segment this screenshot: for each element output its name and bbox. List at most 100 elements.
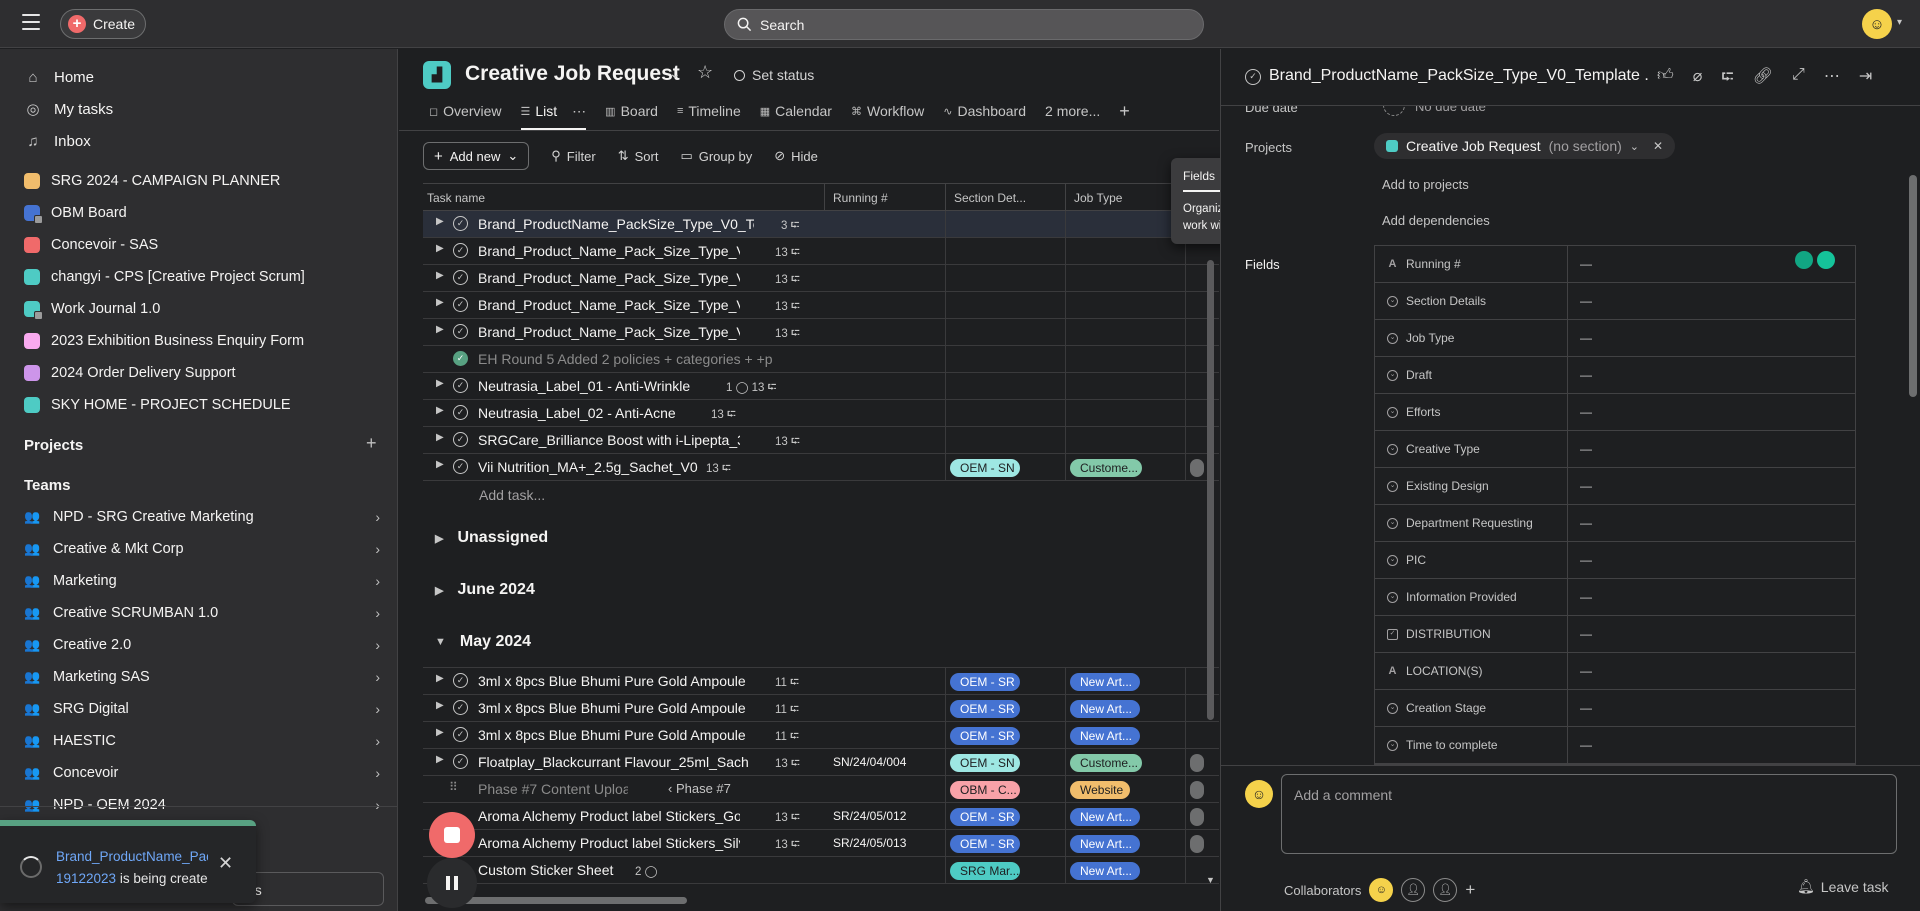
section-cell[interactable] bbox=[946, 238, 1066, 264]
group-by-button[interactable]: ▭ Group by bbox=[680, 148, 752, 164]
checkmark-icon[interactable]: ✓ bbox=[1245, 69, 1261, 85]
hide-button[interactable]: ⊘ Hide bbox=[774, 148, 818, 164]
sidebar-team-item[interactable]: 👥 Concevoir › bbox=[24, 761, 380, 785]
expand-icon[interactable]: ▶ bbox=[436, 243, 444, 254]
expand-icon[interactable]: ▶ bbox=[436, 754, 444, 765]
create-button[interactable]: + Create bbox=[60, 9, 146, 39]
job-type-cell[interactable] bbox=[1066, 427, 1186, 453]
parent-task-link[interactable]: ‹ Phase #7 bbox=[668, 781, 731, 796]
table-row[interactable]: ▶ ✓ Neutrasia_Label_02 - Anti-Acne 13 ⮓ bbox=[423, 400, 1219, 427]
projects-section-title[interactable]: Projects bbox=[24, 437, 83, 454]
add-tab-icon[interactable]: + bbox=[1119, 100, 1130, 122]
sort-button[interactable]: ⇅ Sort bbox=[618, 148, 659, 164]
field-row[interactable]: A LOCATION(S) — bbox=[1375, 653, 1855, 690]
section-cell[interactable]: SRG Mar... bbox=[946, 857, 1066, 883]
add-task-button[interactable]: Add task... bbox=[479, 487, 545, 503]
section-cell[interactable]: OEM - SR bbox=[946, 830, 1066, 856]
leave-task-button[interactable]: 🔔︎ Leave task bbox=[1797, 878, 1889, 895]
table-row[interactable]: ▶ ✓ Neutrasia_Label_01 - Anti-Wrinkle 1 ◯… bbox=[423, 373, 1219, 400]
search-input[interactable]: Search bbox=[724, 9, 1204, 40]
star-icon[interactable]: ☆ bbox=[697, 62, 713, 83]
add-project-icon[interactable]: + bbox=[366, 433, 377, 454]
expand-icon[interactable]: ▶ bbox=[436, 216, 444, 227]
running-cell[interactable] bbox=[825, 373, 946, 399]
toast-task-link[interactable]: Brand_ProductName_Pac bbox=[56, 849, 208, 864]
sidebar-item-my-tasks[interactable]: ◎ My tasks bbox=[24, 97, 113, 121]
section-cell[interactable] bbox=[946, 211, 1066, 237]
column-header-running[interactable]: Running # bbox=[825, 184, 946, 211]
field-row[interactable]: ✓ DISTRIBUTION — bbox=[1375, 616, 1855, 653]
group-header-may-2024[interactable]: ▼ May 2024 bbox=[435, 633, 531, 651]
section-cell[interactable] bbox=[946, 400, 1066, 426]
job-type-cell[interactable]: Website bbox=[1066, 776, 1186, 802]
job-type-cell[interactable]: Custome... bbox=[1066, 749, 1186, 775]
set-status-button[interactable]: Set status bbox=[734, 67, 814, 83]
task-name[interactable]: Brand_Product_Name_Pack_Size_Type_V0_ bbox=[478, 243, 740, 259]
checkmark-icon[interactable]: ✓ bbox=[453, 459, 468, 474]
extra-cell[interactable] bbox=[1186, 776, 1219, 802]
expand-icon[interactable]: ▶ bbox=[436, 727, 444, 738]
expand-icon[interactable]: ▶ bbox=[436, 459, 444, 470]
table-row[interactable]: ▶ ✓ Floatplay_Blackcurrant Flavour_25ml_S… bbox=[423, 749, 1219, 776]
table-row[interactable]: ⠿ Phase #7 Content Upload ‹ Phase #7 OBM… bbox=[423, 776, 1219, 803]
tab-workflow[interactable]: ⌘ Workflow bbox=[851, 100, 924, 122]
job-type-cell[interactable]: Custome... bbox=[1066, 454, 1186, 480]
user-avatar[interactable]: ☺ bbox=[1862, 9, 1892, 39]
job-type-cell[interactable] bbox=[1066, 373, 1186, 399]
expand-icon[interactable]: ▶ bbox=[435, 584, 443, 597]
running-cell[interactable] bbox=[825, 238, 946, 264]
field-value[interactable]: — bbox=[1568, 283, 1592, 319]
project-title[interactable]: Creative Job Request bbox=[465, 62, 680, 86]
field-value[interactable]: — bbox=[1568, 431, 1592, 467]
expand-icon[interactable]: ▶ bbox=[435, 532, 443, 545]
chevron-right-icon[interactable]: › bbox=[375, 765, 380, 781]
chevron-right-icon[interactable]: › bbox=[375, 605, 380, 621]
chevron-down-icon[interactable]: ▾ bbox=[1897, 17, 1902, 28]
table-row[interactable]: ▶ ✓ Brand_ProductName_PackSize_Type_V0_Te… bbox=[423, 211, 1219, 238]
field-row[interactable]: ⌄ Time to complete — bbox=[1375, 727, 1855, 764]
checkmark-icon[interactable]: ✓ bbox=[453, 378, 468, 393]
horizontal-scrollbar[interactable] bbox=[405, 895, 1200, 905]
link-icon[interactable]: 🔗︎ bbox=[1753, 66, 1773, 93]
stop-recording-button[interactable] bbox=[429, 812, 475, 858]
job-type-cell[interactable]: New Art... bbox=[1066, 803, 1186, 829]
task-name[interactable]: Brand_Product_Name_Pack_Size_Type_V0_ bbox=[478, 297, 740, 313]
field-row[interactable]: ⌄ Creation Stage — bbox=[1375, 690, 1855, 727]
tab-list[interactable]: ☰ List ⋯ bbox=[520, 100, 586, 130]
sidebar-item-home[interactable]: ⌂ Home bbox=[24, 65, 94, 89]
expand-icon[interactable]: ▶ bbox=[436, 700, 444, 711]
sidebar-team-item[interactable]: 👥 Creative SCRUMBAN 1.0 › bbox=[24, 601, 380, 625]
checkmark-icon[interactable]: ✓ bbox=[453, 727, 468, 742]
field-value[interactable]: — bbox=[1568, 542, 1592, 578]
section-cell[interactable]: OEM - SR bbox=[946, 695, 1066, 721]
section-cell[interactable]: OEM - SR bbox=[946, 722, 1066, 748]
field-row[interactable]: ⌄ Information Provided — bbox=[1375, 579, 1855, 616]
task-name[interactable]: Neutrasia_Label_01 - Anti-Wrinkle bbox=[478, 378, 700, 394]
job-type-cell[interactable]: New Art... bbox=[1066, 830, 1186, 856]
sidebar-team-item[interactable]: 👥 Marketing › bbox=[24, 569, 380, 593]
checkmark-icon[interactable]: ✓ bbox=[453, 270, 468, 285]
running-cell[interactable] bbox=[825, 695, 946, 721]
column-header-job-type[interactable]: Job Type bbox=[1066, 184, 1186, 211]
section-cell[interactable] bbox=[946, 427, 1066, 453]
running-cell[interactable] bbox=[825, 346, 946, 372]
job-type-cell[interactable]: New Art... bbox=[1066, 668, 1186, 694]
table-row[interactable]: Aroma Alchemy Product label Stickers_Gol… bbox=[423, 803, 1219, 830]
running-cell[interactable] bbox=[825, 400, 946, 426]
person-icon[interactable]: 👤︎ bbox=[1401, 878, 1426, 902]
table-row[interactable]: ▶ ✓ SRGCare_Brilliance Boost with i-Lipep… bbox=[423, 427, 1219, 454]
field-value[interactable]: — bbox=[1568, 727, 1592, 763]
chevron-right-icon[interactable]: › bbox=[375, 573, 380, 589]
sidebar-item-inbox[interactable]: ♫ Inbox bbox=[24, 129, 90, 153]
remove-icon[interactable]: ✕ bbox=[1653, 139, 1663, 153]
table-row[interactable]: ▶ ✓ Brand_Product_Name_Pack_Size_Type_V0_… bbox=[423, 265, 1219, 292]
checkmark-icon[interactable]: ✓ bbox=[453, 216, 468, 231]
close-icon[interactable]: ✕ bbox=[218, 853, 233, 874]
sidebar-team-item[interactable]: 👥 HAESTIC › bbox=[24, 729, 380, 753]
grammarly-bulb-icon[interactable] bbox=[1795, 251, 1813, 269]
table-row[interactable]: Custom Sticker Sheet 2 ◯ SRG Mar... New … bbox=[423, 857, 1219, 884]
like-icon[interactable]: 👍︎ bbox=[1657, 66, 1674, 93]
running-cell[interactable]: SR/24/05/013 bbox=[825, 830, 946, 856]
sidebar-project-srg-2024[interactable]: SRG 2024 - CAMPAIGN PLANNER bbox=[24, 169, 280, 193]
field-row[interactable]: ⌄ Existing Design — bbox=[1375, 468, 1855, 505]
